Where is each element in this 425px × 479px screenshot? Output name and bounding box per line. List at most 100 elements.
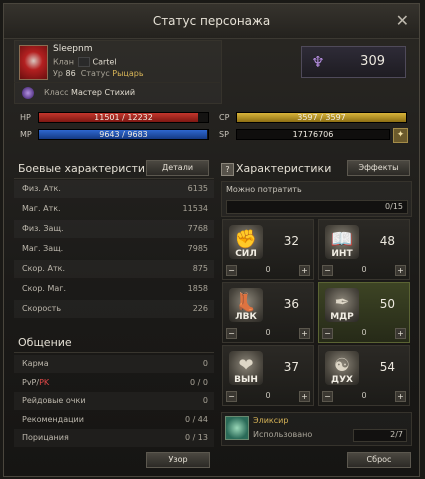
rating-emblem-icon: ♆ xyxy=(311,53,325,71)
reset-button[interactable]: Сброс xyxy=(347,452,411,468)
increase-button[interactable]: + xyxy=(299,391,310,402)
stat-cell-вын[interactable]: ❤ ВЫН 37−0 + xyxy=(222,345,314,406)
characteristics-info-icon[interactable]: ? xyxy=(221,163,234,176)
effects-button[interactable]: Эффекты xyxy=(347,160,410,176)
increase-button[interactable]: + xyxy=(299,265,310,276)
stat-value: 50 xyxy=(379,297,395,311)
stat-cell-сил[interactable]: ✊ СИЛ 32 −0 + xyxy=(222,219,314,280)
boot-icon: 👢 ЛВК xyxy=(229,288,263,322)
increase-button[interactable]: + xyxy=(299,328,310,339)
stat-cell-лвк[interactable]: 👢 ЛВК 36−0 + xyxy=(222,282,314,343)
social-stat-label: Рейдовые очки xyxy=(22,396,86,405)
level-row: Ур 86 Статус Рыцарь xyxy=(53,69,144,78)
clan-label: Клан xyxy=(53,57,74,67)
hp-value: 11501 / 12232 xyxy=(94,113,153,122)
details-button[interactable]: Детали xyxy=(146,160,209,176)
stat-controls: −0 + xyxy=(322,265,406,276)
combat-stat-value: 1858 xyxy=(187,284,208,293)
combat-stat-label: Скор. Атк. xyxy=(22,264,65,273)
social-stat-label: Порицания xyxy=(22,433,69,442)
view-button[interactable]: Узор xyxy=(146,452,210,468)
heart-icon: ❤ ВЫН xyxy=(229,351,263,385)
stat-points: 0 xyxy=(361,391,367,400)
clan-row: Клан Cartel xyxy=(53,57,117,67)
fist-icon: ✊ СИЛ xyxy=(229,225,263,259)
stat-points: 0 xyxy=(361,265,367,274)
level-label: Ур xyxy=(53,69,63,78)
stat-glyph: ✊ xyxy=(234,229,258,250)
combat-stat-value: 226 xyxy=(192,304,208,313)
combat-stat-value: 7985 xyxy=(187,244,208,253)
combat-stat-label: Скорость xyxy=(22,304,62,313)
elixir-count: 2/7 xyxy=(353,429,407,442)
class-row: Класс Мастер Стихий xyxy=(14,82,220,103)
elixir-icon xyxy=(225,416,249,440)
social-stat-row: Рекомендации 0 / 44 xyxy=(14,411,214,429)
feather-icon: ✒ МДР xyxy=(325,288,359,322)
mp-value: 9643 / 9683 xyxy=(99,130,148,139)
cp-bar: 3597 / 3597 xyxy=(236,112,407,123)
spirit-icon: ☯ ДУХ xyxy=(325,351,359,385)
combat-stat-row: Физ. Атк. 6135 xyxy=(14,180,214,198)
stat-cell-мдр[interactable]: ✒ МДР 50 −0 + xyxy=(318,282,410,343)
stat-value: 37 xyxy=(283,360,299,374)
class-icon xyxy=(22,87,34,99)
elixir-name: Эликсир xyxy=(253,416,289,425)
combat-stat-label: Физ. Атк. xyxy=(22,184,61,193)
social-stat-value: 0 xyxy=(202,359,208,368)
stat-controls: −0 + xyxy=(322,391,406,402)
sp-crystal-icon[interactable]: ✦ xyxy=(393,128,408,143)
social-stat-row: PvP/PK 0 / 0 xyxy=(14,374,214,392)
sp-label: SP xyxy=(219,130,229,139)
combat-stat-label: Скор. Маг. xyxy=(22,284,67,293)
increase-button[interactable]: + xyxy=(395,328,406,339)
social-stat-label: Рекомендации xyxy=(22,414,84,424)
book-icon: 📖 ИНТ xyxy=(325,225,359,259)
combat-stat-value: 875 xyxy=(192,264,208,273)
stat-abbr: ДУХ xyxy=(331,375,353,385)
title-bar[interactable]: Статус персонажа ✕ xyxy=(4,4,419,39)
elixir-panel: Эликсир Использовано 2/7 xyxy=(221,412,412,446)
stat-controls: −0 + xyxy=(322,328,406,339)
stat-points: 0 xyxy=(265,391,271,400)
clan-emblem-icon xyxy=(78,57,91,67)
stat-value: 36 xyxy=(283,297,299,311)
stat-glyph: ❤ xyxy=(238,355,254,376)
stat-value: 32 xyxy=(283,234,299,248)
combat-stat-label: Маг. Атк. xyxy=(22,204,61,213)
stat-points: 0 xyxy=(265,328,271,337)
characteristics-title: Характеристики xyxy=(236,162,332,175)
mp-label: MP xyxy=(20,130,32,139)
stat-glyph: ☯ xyxy=(333,355,351,376)
pk-label: PK xyxy=(39,377,50,387)
sp-bar: 17176706 xyxy=(236,129,390,140)
social-divider xyxy=(14,352,214,353)
combat-stat-value: 7768 xyxy=(187,224,208,233)
combat-stat-row: Маг. Атк. 11534 xyxy=(14,200,214,218)
stat-controls: −0 + xyxy=(226,391,310,402)
stat-cell-инт[interactable]: 📖 ИНТ 48−0 + xyxy=(318,219,410,280)
level-value: 86 xyxy=(65,69,76,78)
character-name: Sleepnm xyxy=(53,44,93,54)
stat-abbr: ЛВК xyxy=(235,312,257,322)
stat-cell-дух[interactable]: ☯ ДУХ 54−0 + xyxy=(318,345,410,406)
social-stat-label: PvP/PK xyxy=(22,377,50,387)
stat-abbr: ВЫН xyxy=(234,375,258,385)
stat-abbr: МДР xyxy=(330,312,354,322)
stat-controls: −0 + xyxy=(226,265,310,276)
social-stat-label: Карма xyxy=(22,359,49,368)
window-title: Статус персонажа xyxy=(152,14,271,28)
status-label: Статус xyxy=(80,69,110,78)
increase-button[interactable]: + xyxy=(395,265,406,276)
hp-bar: 11501 / 12232 xyxy=(38,112,209,123)
status-value: Рыцарь xyxy=(112,69,144,78)
combat-stat-row: Маг. Защ. 7985 xyxy=(14,240,214,258)
stat-controls: −0 + xyxy=(226,328,310,339)
rating-value: 309 xyxy=(360,54,385,69)
combat-stat-row: Скорость 226 xyxy=(14,300,214,318)
rating-box[interactable]: ♆ 309 xyxy=(301,46,406,78)
increase-button[interactable]: + xyxy=(395,391,406,402)
close-icon[interactable]: ✕ xyxy=(396,11,409,30)
stat-abbr: ИНТ xyxy=(331,249,353,259)
spend-label: Можно потратить xyxy=(226,185,302,194)
